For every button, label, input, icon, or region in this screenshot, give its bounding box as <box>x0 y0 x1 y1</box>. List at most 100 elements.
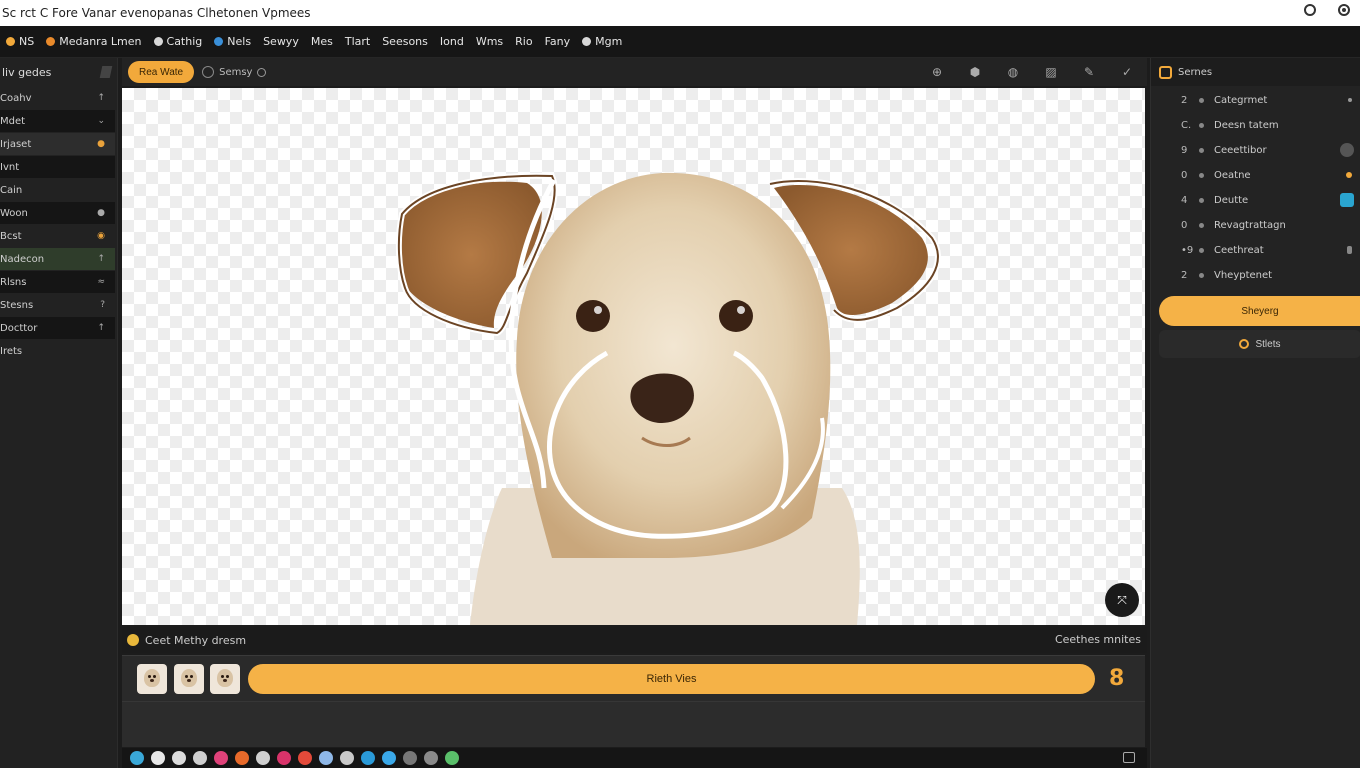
drop-icon[interactable] <box>361 751 375 765</box>
secondary-action-button[interactable]: Semsy <box>202 66 267 78</box>
sidebar-item-label: Docttor <box>0 322 38 334</box>
menu-item[interactable]: NS <box>0 35 40 48</box>
menu-item[interactable]: Fany <box>539 35 577 48</box>
menu-item[interactable]: Seesons <box>376 35 434 48</box>
thumbnail[interactable] <box>210 664 240 694</box>
sidebar-item[interactable]: Nadecon ↑ <box>0 248 115 270</box>
primary-action-button[interactable]: Rea Wate <box>128 61 195 83</box>
panel-secondary-button[interactable]: Stlets <box>1159 330 1360 358</box>
minimize-icon[interactable] <box>1304 4 1316 16</box>
menu-item-label: Fany <box>544 35 571 48</box>
layer-label: Ceeettibor <box>1214 145 1267 156</box>
layer-status-icon[interactable] <box>1347 246 1352 254</box>
menu-item[interactable]: Wms <box>470 35 509 48</box>
menu-item[interactable]: Iond <box>434 35 470 48</box>
radio-icon <box>1239 339 1250 349</box>
menu-item[interactable]: Mgm <box>576 35 628 48</box>
menu-item-label: Rio <box>515 35 533 48</box>
sidebar-item-indicator: ● <box>97 208 105 218</box>
chat-icon[interactable] <box>382 751 396 765</box>
heart-icon[interactable] <box>214 751 228 765</box>
menu-item[interactable]: Nels <box>208 35 257 48</box>
sidebar-item[interactable]: Cain <box>0 179 115 201</box>
sidebar-item-label: Nadecon <box>0 253 45 265</box>
brush-icon[interactable]: ✎ <box>1077 62 1101 82</box>
panel-primary-button[interactable]: Sheyerg <box>1159 296 1360 326</box>
target-icon[interactable] <box>172 751 186 765</box>
layer-status-icon[interactable] <box>1346 172 1352 178</box>
sidebar-item[interactable]: Irjaset ● <box>0 133 115 155</box>
image-icon[interactable]: ▨ <box>1039 62 1063 82</box>
sidebar-item[interactable]: Stesns? <box>0 294 115 316</box>
star-icon[interactable] <box>235 751 249 765</box>
canvas-toolbar: Rea Wate Semsy ⊕ ⬢ ◍ ▨ ✎ ✓ <box>122 58 1147 86</box>
menu-item-label: Mgm <box>595 35 623 48</box>
zoom-icon[interactable]: ⊕ <box>925 62 949 82</box>
menu-item[interactable]: Rio <box>509 35 538 48</box>
layer-item[interactable]: •9 Ceethreat <box>1151 238 1360 263</box>
layer-item[interactable]: 9 Ceeettibor <box>1151 138 1360 163</box>
thumbnail[interactable] <box>137 664 167 694</box>
circle-icon[interactable] <box>151 751 165 765</box>
menu-item[interactable]: Medanra Lmen <box>40 35 147 48</box>
menu-item[interactable]: Sewyy <box>257 35 305 48</box>
screen-icon[interactable] <box>1123 752 1135 763</box>
layer-item[interactable]: 2 Categrmet <box>1151 88 1360 113</box>
layer-status-icon[interactable] <box>1340 143 1354 157</box>
thumbnail[interactable] <box>174 664 204 694</box>
mask-icon[interactable]: ◍ <box>1001 62 1025 82</box>
menu-item[interactable]: Cathig <box>148 35 209 48</box>
layer-label: Deutte <box>1214 195 1249 206</box>
chart-icon[interactable] <box>445 751 459 765</box>
layer-list: 2 Categrmet C. Deesn tatem 9 Ceeettibor 0 Oeatn… <box>1151 86 1360 288</box>
panel-title: Sernes <box>1178 66 1213 78</box>
sidebar-item[interactable]: Woon ● <box>0 202 115 224</box>
menu-item-label: Mes <box>310 35 333 48</box>
expand-button[interactable]: ⤧ <box>1105 583 1139 617</box>
sidebar-item[interactable]: Bcst ◉ <box>0 225 115 247</box>
refresh-icon[interactable] <box>403 751 417 765</box>
layer-item[interactable]: 4 Deutte <box>1151 188 1360 213</box>
sidebar-item[interactable]: Irets <box>0 340 115 362</box>
sidebar-item[interactable]: Coahv ↑ <box>0 87 115 109</box>
layer-item[interactable]: 0 Oeatne <box>1151 163 1360 188</box>
layer-label: Vheyptenet <box>1214 270 1273 281</box>
layer-label: Revagtrattagn <box>1214 220 1286 231</box>
sidebar-item[interactable]: Mdet ⌄ <box>0 110 115 132</box>
globe-icon[interactable] <box>319 751 333 765</box>
sidebar-item[interactable]: Rlsns ≈ <box>0 271 115 293</box>
layer-number: 0 <box>1181 220 1188 231</box>
user-icon <box>153 37 163 46</box>
close-icon[interactable] <box>1338 4 1350 16</box>
cloud-icon[interactable] <box>193 751 207 765</box>
check-icon[interactable]: ✓ <box>1115 62 1139 82</box>
status-bar: Ceet Methy dresm Ceethes mnites <box>122 627 1147 653</box>
brush-icon[interactable] <box>256 751 270 765</box>
image-canvas[interactable]: ⤧ <box>122 88 1145 625</box>
sidebar-item[interactable]: Ivnt <box>0 156 115 178</box>
menu-item[interactable]: Tlart <box>339 35 376 48</box>
gem-icon[interactable] <box>277 751 291 765</box>
sidebar-header: liv gedes <box>0 58 117 86</box>
layer-label: Oeatne <box>1214 170 1251 181</box>
dog-image <box>395 172 941 625</box>
app-icon[interactable] <box>130 751 144 765</box>
layer-item[interactable]: 0 Revagtrattagn <box>1151 213 1360 238</box>
layer-status-icon[interactable] <box>1340 193 1354 207</box>
sidebar-item[interactable]: Docttor ↑ <box>0 317 115 339</box>
layer-item[interactable]: 2 Vheyptenet <box>1151 263 1360 288</box>
play-icon[interactable] <box>424 751 438 765</box>
tool-group: ⊕ ⬢ ◍ ▨ ✎ ✓ <box>925 62 1139 82</box>
shape-icon[interactable]: ⬢ <box>963 62 987 82</box>
panel-header: Sernes <box>1151 58 1360 86</box>
menu-item-label: Seesons <box>382 35 428 48</box>
shield-icon[interactable] <box>298 751 312 765</box>
layer-number: 2 <box>1181 270 1188 281</box>
collapse-icon[interactable] <box>99 66 113 78</box>
menu-item[interactable]: Mes <box>305 35 339 48</box>
filmstrip-action-button[interactable]: Rieth Vies <box>248 664 1095 694</box>
menu-item-label: Nels <box>227 35 252 48</box>
pin-icon[interactable] <box>340 751 354 765</box>
layer-status-icon[interactable] <box>1348 98 1352 102</box>
layer-item[interactable]: C. Deesn tatem <box>1151 113 1360 138</box>
